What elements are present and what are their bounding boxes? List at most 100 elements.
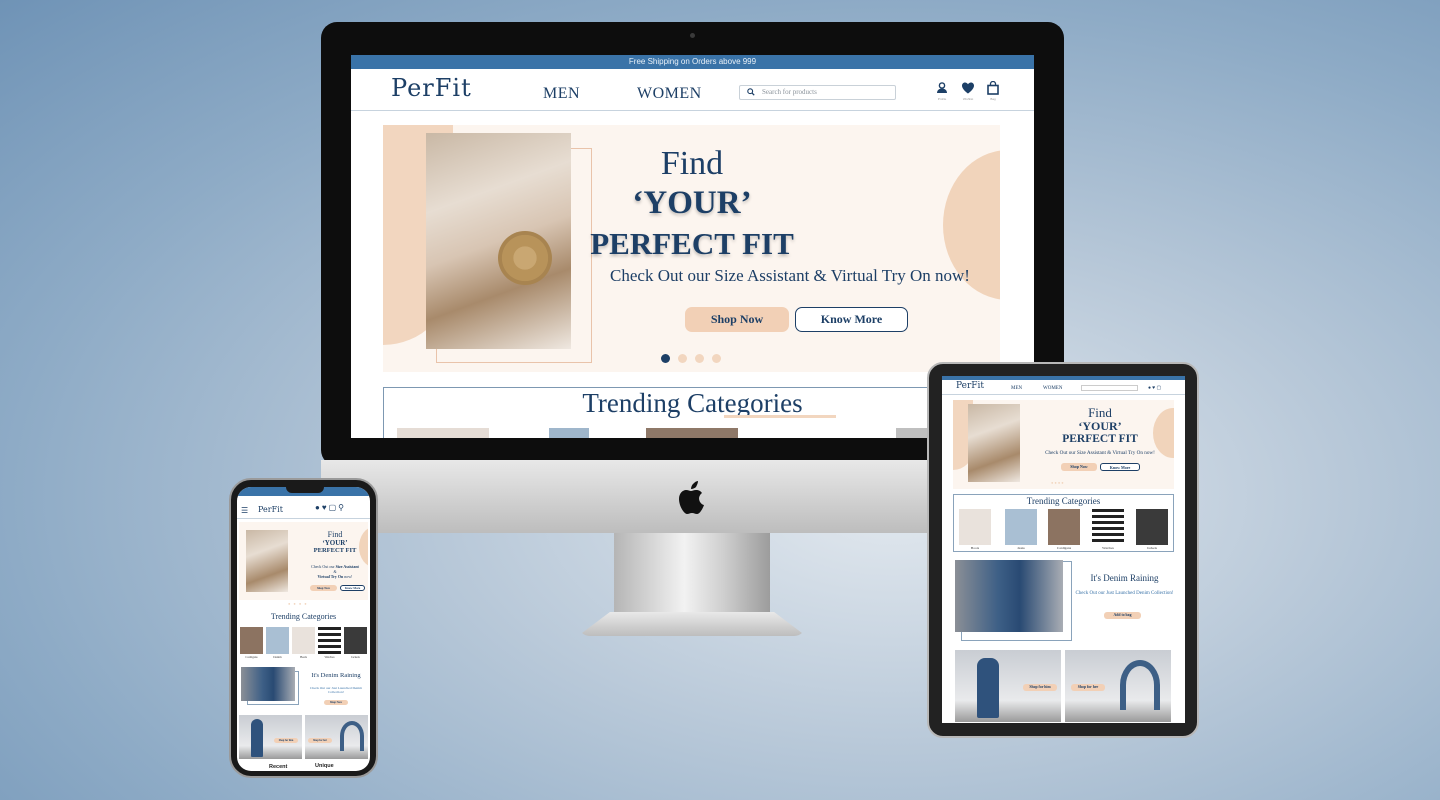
tablet-hero-photo: [968, 404, 1020, 482]
phone-shop-her-button[interactable]: Shop for her: [308, 738, 332, 743]
phone-hero-sub-bold-2: Virtual Try On: [317, 574, 344, 579]
phone-logo[interactable]: PerFit: [258, 505, 283, 514]
phone-carousel-dots[interactable]: ●●●●: [288, 601, 310, 606]
phone-shop-him-button[interactable]: Shop for him: [274, 738, 298, 743]
carousel-dot-2[interactable]: [678, 354, 687, 363]
hero-line-2: ‘YOUR’: [632, 185, 752, 221]
tablet-category-label: Boots: [970, 546, 980, 550]
tablet-hero-subtitle: Check Out our Size Assistant & Virtual T…: [1045, 450, 1155, 456]
phone-header-icons[interactable]: ●♥▢⚲: [315, 503, 346, 512]
phone-model-her: [340, 721, 364, 751]
phone-screen: ☰ PerFit ●♥▢⚲ Find ‘YOUR’ PERFECT FIT Ch…: [237, 487, 370, 771]
tablet-hero: Find ‘YOUR’ PERFECT FIT Check Out our Si…: [953, 400, 1174, 489]
navbar: PerFit MEN WOMEN Search for products Pro…: [351, 69, 1034, 111]
camera: [690, 33, 695, 38]
phone-category-label: Cardigans: [245, 655, 258, 659]
phone-bottom-left-label: Recent: [269, 764, 288, 770]
tablet-category-label: Cardigans: [1056, 546, 1072, 550]
apple-logo-icon: [679, 481, 704, 514]
tablet-hero-line-2: ‘YOUR’: [1078, 419, 1122, 433]
tablet-nav-divider: [942, 394, 1185, 395]
phone-hero-photo: [246, 530, 288, 592]
tablet-search-input[interactable]: [1081, 385, 1138, 391]
bag-icon[interactable]: [986, 81, 1000, 95]
tablet-trending-section: Trending Categories Boots Jeans Cardigan…: [953, 494, 1174, 552]
tablet-hero-line-3: PERFECT FIT: [1062, 433, 1138, 445]
profile-label: Profile: [937, 97, 947, 101]
phone-category-image[interactable]: [344, 627, 367, 654]
carousel-dot-1[interactable]: [661, 354, 670, 363]
phone-hero-line-1: Find: [327, 530, 343, 539]
tablet-model-her: [1120, 660, 1160, 710]
hero-subtitle: Check Out our Size Assistant & Virtual T…: [610, 266, 970, 285]
tablet-know-more-button[interactable]: Know More: [1100, 463, 1140, 471]
tablet-shop-her-button[interactable]: Shop for her: [1071, 684, 1105, 691]
know-more-button[interactable]: Know More: [795, 307, 908, 332]
tablet-category-label: Watches: [1102, 546, 1114, 550]
phone-denim-photo: [241, 667, 295, 701]
tablet-category-label: Jackets: [1146, 546, 1158, 550]
shipping-banner: Free Shipping on Orders above 999: [351, 55, 1034, 69]
tablet-category-label: Jeans: [1017, 546, 1025, 550]
phone-shop-now-button[interactable]: Shop Now: [310, 585, 337, 591]
hero-line-3: PERFECT FIT: [590, 226, 794, 261]
tablet-denim-subtitle: Check Out our Just Launched Denim Collec…: [1075, 591, 1174, 596]
tablet-category-image[interactable]: [1005, 509, 1037, 545]
carousel-dot-4[interactable]: [712, 354, 721, 363]
phone-nav-divider: [237, 518, 370, 519]
category-thumb[interactable]: [549, 428, 589, 438]
phone-hero: Find ‘YOUR’ PERFECT FIT Check Out our Si…: [239, 522, 368, 600]
phone-category-image[interactable]: [292, 627, 315, 654]
tablet-category-image[interactable]: [1136, 509, 1168, 545]
wishlist-label: Wishlist: [962, 97, 974, 101]
tablet-category-image[interactable]: [1092, 509, 1124, 545]
tablet-denim-photo: [955, 560, 1063, 632]
bag-label: Bag: [990, 97, 996, 101]
tablet-shop-him-button[interactable]: Shop for him: [1023, 684, 1057, 691]
phone-shop-him-photo: [239, 715, 302, 759]
imac-stand-neck: [614, 533, 770, 617]
phone-category-image[interactable]: [266, 627, 289, 654]
phone-shop-her-photo: [305, 715, 368, 759]
tablet-category-image[interactable]: [959, 509, 991, 545]
tablet-header-icons[interactable]: ● ♥ ▢: [1148, 385, 1174, 391]
phone-category-row: Cardigans Denim Heels Watches Jackets: [240, 627, 367, 659]
tablet-screen: PerFit MEN WOMEN ● ♥ ▢ Find ‘YOUR’ PERFE…: [942, 376, 1185, 723]
phone-know-more-button[interactable]: Know More: [340, 585, 365, 591]
carousel-dot-3[interactable]: [695, 354, 704, 363]
phone-hero-line-2: ‘YOUR’: [322, 539, 348, 547]
hero-banner: Find ‘YOUR’ PERFECT FIT Check Out our Si…: [383, 125, 1000, 372]
tablet-denim-title: It's Denim Raining: [1090, 573, 1159, 583]
phone-menu-icon[interactable]: ☰: [241, 506, 248, 515]
phone-category-label: Watches: [324, 655, 335, 659]
nav-men[interactable]: MEN: [543, 85, 580, 103]
tablet-carousel-dots[interactable]: ●●●●: [1051, 480, 1081, 485]
tablet-logo[interactable]: PerFit: [956, 381, 984, 391]
phone-category-label: Jackets: [351, 655, 360, 659]
hero-line-1: Find: [660, 145, 724, 182]
category-thumb[interactable]: [646, 428, 738, 438]
site-logo[interactable]: PerFit: [391, 74, 472, 102]
tablet-category-image[interactable]: [1048, 509, 1080, 545]
tablet-add-to-bag-button[interactable]: Add to bag: [1104, 612, 1141, 619]
trending-underline: [724, 415, 836, 418]
phone-denim-shop-button[interactable]: Shop Now: [324, 700, 348, 705]
phone-denim-subtitle: Check Out our Just Launched Denim Collec…: [309, 686, 362, 694]
tablet-shop-now-button[interactable]: Shop Now: [1061, 463, 1097, 471]
trending-title: Trending Categories: [582, 388, 803, 418]
wishlist-icon[interactable]: [961, 81, 975, 95]
phone-category-image[interactable]: [240, 627, 263, 654]
search-input[interactable]: Search for products: [739, 85, 896, 100]
shop-now-button[interactable]: Shop Now: [685, 307, 789, 332]
phone-bottom-right-label: Unique: [315, 763, 334, 769]
profile-icon[interactable]: [935, 81, 949, 95]
tablet-nav-women[interactable]: WOMEN: [1043, 386, 1062, 391]
tablet-nav-men[interactable]: MEN: [1011, 386, 1022, 391]
trending-section: Trending Categories: [383, 387, 1000, 438]
tablet-trending-title: Trending Categories: [1026, 496, 1101, 506]
nav-women[interactable]: WOMEN: [637, 85, 702, 103]
phone-trending-title: Trending Categories: [270, 612, 337, 621]
category-thumb[interactable]: [397, 428, 489, 438]
phone-category-image[interactable]: [318, 627, 341, 654]
phone-model-him: [251, 719, 263, 757]
